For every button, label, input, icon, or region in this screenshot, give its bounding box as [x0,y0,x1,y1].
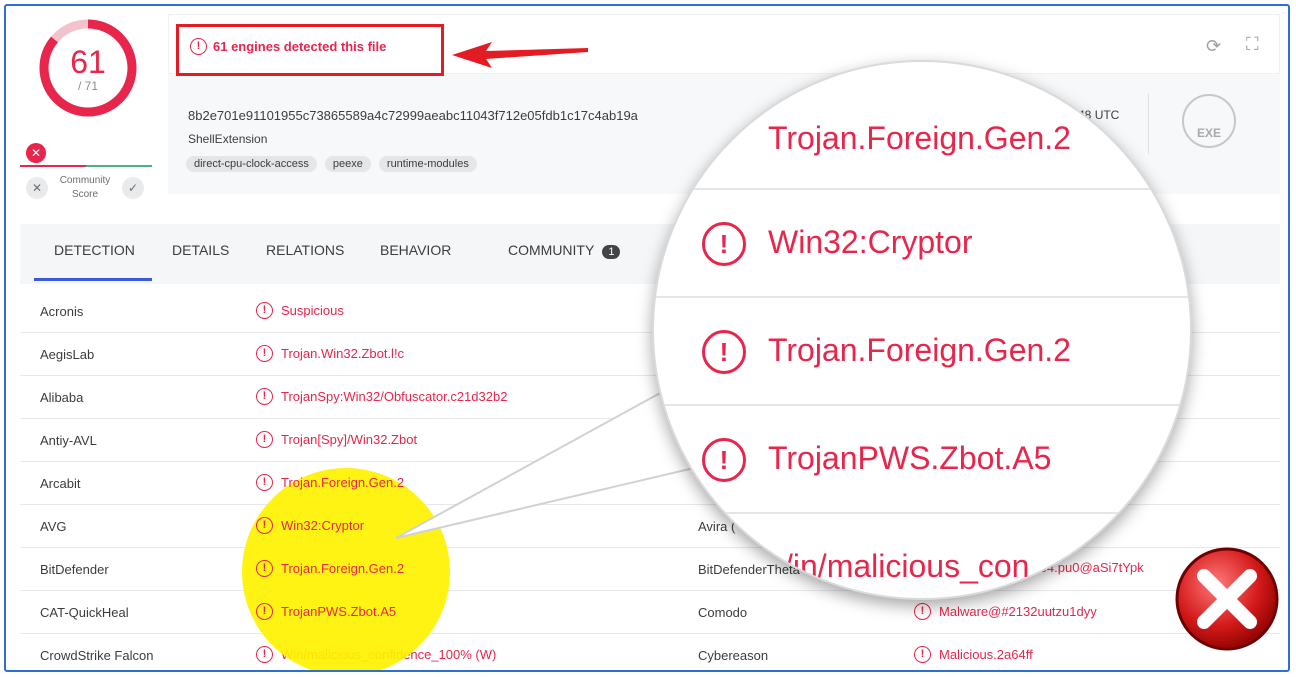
exe-file-icon: EXE [1182,94,1236,148]
magnifier-text: Trojan.Foreign.Gen.2 [768,332,1071,368]
alert-icon: ! [256,517,273,534]
alert-icon: ! [256,345,273,362]
alert-icon: ! [256,431,273,448]
file-name: ShellExtension [188,132,268,146]
engine-name: CrowdStrike Falcon [40,648,154,663]
score-detected: 61 [70,44,106,80]
magnifier-row: ! Trojan.Foreign.Gen.2 [654,82,1190,190]
detection-result: ! TrojanPWS.Zbot.A5 [256,603,396,620]
alert-icon: ! [256,302,273,319]
detection-result-text: TrojanPWS.Zbot.A5 [281,604,397,619]
engine-name: Antiy-AVL [40,433,97,448]
community-score-label: Community Score [56,174,114,202]
tab-relations[interactable]: RELATIONS [266,242,344,258]
score-total: / 71 [77,79,98,93]
tab-behavior[interactable]: BEHAVIOR [380,242,451,258]
magnifier-text: TrojanPWS.Zbot.A5 [768,440,1052,476]
community-label-line2: Score [71,189,99,200]
community-label-line1: Community [59,175,111,186]
detection-result-text: Malicious.2a64ff [939,647,1033,662]
detection-alert: ! 61 engines detected this file [190,38,386,55]
community-score-bar-negative [20,165,86,167]
tab-details[interactable]: DETAILS [172,242,229,258]
detection-result: ! Trojan.Foreign.Gen.2 [256,560,404,577]
magnifier-row: ! TrojanPWS.Zbot.A5 [654,406,1190,514]
detection-alert-text: 61 engines detected this file [213,39,387,54]
detection-result: ! Win32:Cryptor [256,517,364,534]
tab-detection[interactable]: DETECTION [54,242,135,258]
magnifier-text: /in/malicious_con [784,548,1030,584]
engine-name: Comodo [698,605,748,620]
detection-result-text: Trojan.Win32.Zbot.l!c [281,346,405,361]
alert-icon: ! [256,474,273,491]
tab-community[interactable]: COMMUNITY 1 [508,242,621,259]
active-tab-indicator [34,278,152,281]
detection-result: ! Suspicious [256,302,344,319]
alert-icon: ! [702,92,746,136]
red-close-icon [1175,547,1279,651]
tab-community-label: COMMUNITY [508,242,595,258]
magnifier-zoom: ! Trojan.Foreign.Gen.2 ! Win32:Cryptor !… [652,60,1192,600]
detection-result-text: Malware@#2132uutzu1dyy [939,604,1097,619]
detection-result: ! Trojan.Foreign.Gen.2 [256,474,404,491]
file-hash: 8b2e701e91101955c73865589a4c72999aeabc11… [188,108,638,123]
alert-icon: ! [914,646,931,663]
community-score-marker-icon: ✕ [26,143,46,163]
tag[interactable]: peexe [324,156,371,172]
magnifier-row: ! Win32:Cryptor [654,190,1190,298]
alert-icon: ! [914,603,931,620]
vote-harmless-button[interactable]: ✓ [122,177,144,199]
vote-malicious-button[interactable]: ✕ [26,177,48,199]
red-arrow-annotation [452,42,588,68]
magnifier-row: /in/malicious_con [654,514,1190,598]
engine-name: Alibaba [40,390,84,405]
table-row [20,634,1280,670]
engine-name: AegisLab [40,347,95,362]
engine-name: AVG [40,519,67,534]
detection-result: ! Malware@#2132uutzu1dyy [914,603,1097,620]
detection-result-text: Suspicious [281,303,344,318]
detection-result: ! Trojan.Win32.Zbot.l!c [256,345,404,362]
community-count-badge: 1 [602,245,621,259]
detection-result: ! Malicious.2a64ff [914,646,1033,663]
reanalyze-icon[interactable]: ⟳ [1206,36,1221,57]
engine-name: Cybereason [698,648,769,663]
file-tags: direct-cpu-clock-access peexe runtime-mo… [186,156,477,172]
engine-name: Arcabit [40,476,81,491]
engine-name: BitDefender [40,562,109,577]
virustotal-report: 61 / 71 ✕ ✕ Community Score ✓ ! 61 engin… [4,4,1290,672]
engine-name: CAT-QuickHeal [40,605,129,620]
engine-name: Acronis [40,304,84,319]
magnifier-row: ! Trojan.Foreign.Gen.2 [654,298,1190,406]
filetype-label: EXE [1196,126,1221,140]
alert-icon: ! [190,38,207,55]
detection-result-text: Trojan.Foreign.Gen.2 [281,561,405,576]
alert-icon: ! [702,222,746,266]
detection-result-text: Win32:Cryptor [281,518,365,533]
alert-icon: ! [256,646,273,663]
alert-icon: ! [256,388,273,405]
tag[interactable]: runtime-modules [378,156,477,172]
alert-icon: ! [256,560,273,577]
similar-files-icon[interactable]: ⛶ [1246,34,1259,55]
alert-icon: ! [702,330,746,374]
magnifier-text: Win32:Cryptor [768,224,973,260]
tag[interactable]: direct-cpu-clock-access [186,156,317,172]
alert-icon: ! [256,603,273,620]
magnifier-text: Trojan.Foreign.Gen.2 [768,120,1071,156]
alert-icon: ! [702,438,746,482]
